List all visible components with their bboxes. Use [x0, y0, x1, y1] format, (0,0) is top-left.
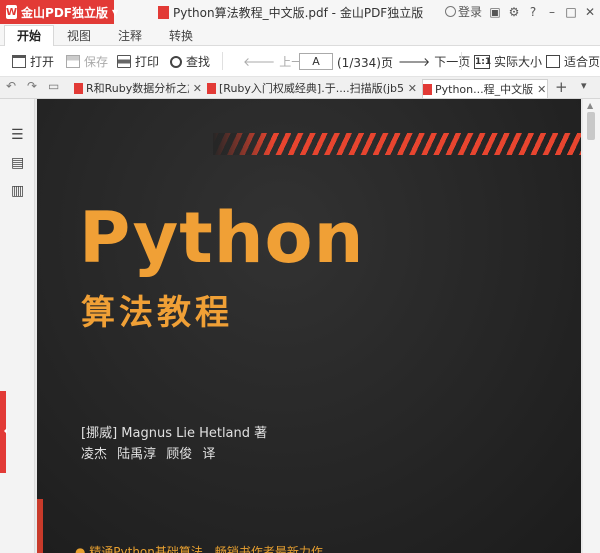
save-button[interactable]: 保存: [66, 53, 108, 70]
open-label: 打开: [30, 55, 55, 69]
print-button[interactable]: 打印: [117, 53, 159, 70]
settings-icon[interactable]: ⚙: [508, 5, 520, 19]
pdf-file-icon: [423, 83, 432, 95]
login-button[interactable]: 登录: [444, 3, 482, 20]
close-tab-icon[interactable]: ✕: [537, 83, 546, 96]
app-logo-icon: W: [6, 5, 18, 19]
scroll-up-arrow-icon[interactable]: ▲: [587, 101, 593, 110]
pdf-file-icon: [207, 82, 216, 94]
folder-open-icon: [12, 55, 26, 68]
cover-tagline: ● 精通Python基础算法，畅销书作者最新力作: [75, 545, 323, 553]
comments-icon[interactable]: ▤: [11, 155, 24, 171]
print-label: 打印: [135, 55, 160, 69]
book-cover-page: Python 算法教程 [挪威] Magnus Lie Hetland 著 凌杰…: [37, 99, 581, 553]
printer-icon: [117, 55, 131, 68]
title-bar: W 金山PDF独立版 ▼ Python算法教程_中文版.pdf - 金山PDF独…: [0, 0, 600, 24]
open-button[interactable]: 打开: [12, 53, 54, 70]
tab-view[interactable]: 视图: [67, 27, 91, 44]
user-icon: [444, 6, 456, 17]
actual-size-button[interactable]: 1:1 实际大小: [474, 53, 542, 70]
arrow-left-icon: 🡐: [243, 55, 276, 69]
cover-author: [挪威] Magnus Lie Hetland 著: [81, 426, 268, 441]
cover-subtitle: 算法教程: [81, 293, 233, 333]
title-bar-controls: 登录 ▣ ⚙ ? – □ ✕: [444, 3, 596, 20]
window-title-text: Python算法教程_中文版.pdf - 金山PDF独立版: [173, 6, 424, 20]
pdf-file-icon: [74, 82, 83, 94]
tab-convert[interactable]: 转换: [169, 27, 193, 44]
fit-page-label: 适合页: [564, 55, 600, 69]
close-tab-icon[interactable]: ✕: [408, 82, 417, 95]
menu-bar: 开始 视图 注释 转换: [0, 24, 600, 46]
save-icon: [66, 55, 80, 68]
undo-icon[interactable]: ↶: [6, 79, 16, 93]
window-title: Python算法教程_中文版.pdf - 金山PDF独立版: [158, 4, 423, 21]
fit-page-button[interactable]: 适合页: [546, 53, 600, 70]
toolbar-divider: [222, 52, 223, 70]
redo-icon[interactable]: ↷: [27, 79, 37, 93]
minimize-button[interactable]: –: [546, 5, 558, 19]
doc-tab-python[interactable]: Python...程_中文版 ✕: [422, 79, 548, 98]
scrollbar-thumb[interactable]: [587, 112, 595, 140]
save-small-icon[interactable]: ▭: [48, 79, 59, 93]
help-icon[interactable]: ?: [527, 5, 539, 19]
actual-size-icon: 1:1: [474, 54, 492, 69]
maximize-button[interactable]: □: [565, 5, 577, 19]
app-brand-button[interactable]: W 金山PDF独立版 ▼: [0, 0, 118, 24]
left-side-panel: ☰ ▤ ▥: [0, 99, 35, 553]
cover-title: Python: [79, 197, 365, 279]
doc-tab-label: [Ruby入门权威经典].于....扫描版(jb51.net): [219, 82, 404, 95]
thumbnails-icon[interactable]: ▥: [11, 183, 24, 199]
login-label: 登录: [457, 5, 482, 19]
toolbar-divider: [461, 52, 462, 70]
find-label: 查找: [186, 55, 211, 69]
doc-tab-label: Python...程_中文版: [435, 83, 534, 96]
outline-list-icon[interactable]: ☰: [11, 127, 24, 143]
close-button[interactable]: ✕: [584, 5, 596, 19]
app-brand-label: 金山PDF独立版: [21, 5, 108, 20]
next-page-button[interactable]: 🡒 下一页: [398, 53, 470, 70]
tab-list-chevron-icon[interactable]: ▾: [581, 79, 587, 92]
arrow-right-icon: 🡒: [398, 55, 431, 69]
new-tab-button[interactable]: +: [555, 78, 568, 96]
cover-translators: 凌杰 陆禹淳 顾俊 译: [81, 447, 216, 462]
chevron-down-icon: ▼: [112, 7, 119, 17]
cover-red-strip: [37, 499, 43, 553]
doc-tab-r-ruby[interactable]: R和Ruby数据分析之旅 ✕: [74, 79, 202, 97]
skin-icon[interactable]: ▣: [489, 5, 501, 19]
tab-start[interactable]: 开始: [4, 25, 55, 46]
actual-size-label: 实际大小: [494, 55, 543, 69]
save-label: 保存: [84, 55, 109, 69]
tab-annotate[interactable]: 注释: [118, 27, 142, 44]
document-tab-bar: ↶ ↷ ▭ R和Ruby数据分析之旅 ✕ [Ruby入门权威经典].于....扫…: [0, 77, 600, 99]
pdf-file-icon: [158, 6, 169, 19]
page-count: (1/334)页: [337, 56, 393, 70]
document-view: Python 算法教程 [挪威] Magnus Lie Hetland 著 凌杰…: [35, 99, 600, 553]
vertical-scrollbar[interactable]: [583, 99, 600, 553]
find-button[interactable]: 查找: [170, 53, 210, 70]
search-icon: [170, 55, 182, 68]
doc-tab-label: R和Ruby数据分析之旅: [86, 82, 189, 95]
next-page-label: 下一页: [434, 55, 471, 69]
close-tab-icon[interactable]: ✕: [193, 82, 202, 95]
panel-collapse-handle[interactable]: [0, 391, 7, 473]
page-number-input[interactable]: A: [299, 53, 333, 70]
decorative-stripes: [213, 133, 581, 155]
fit-page-icon: [546, 55, 560, 68]
doc-tab-ruby-intro[interactable]: [Ruby入门权威经典].于....扫描版(jb51.net) ✕: [207, 79, 417, 97]
